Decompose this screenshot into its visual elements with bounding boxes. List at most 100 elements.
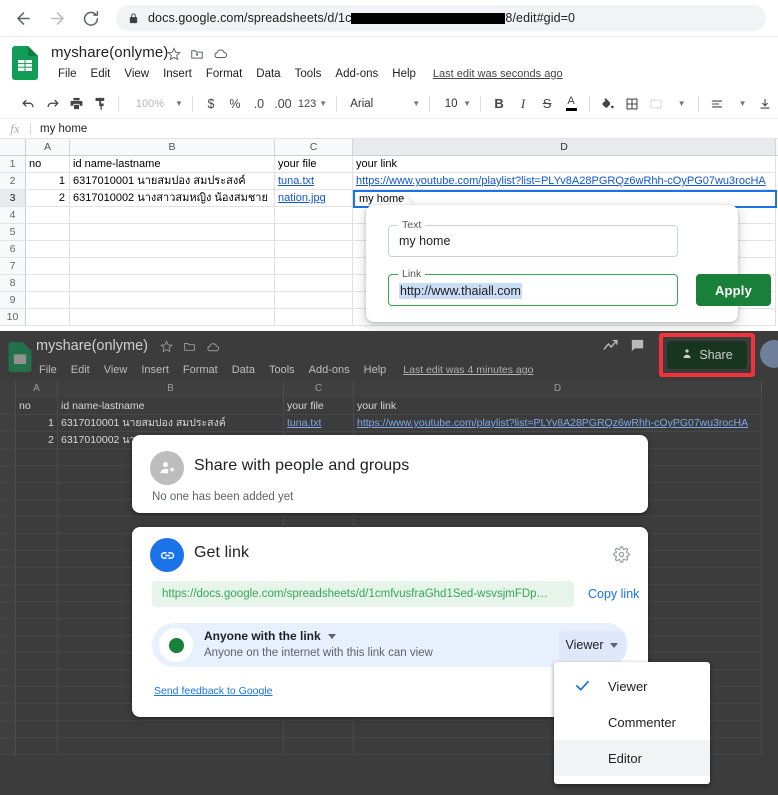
menu-format[interactable]: Format	[199, 66, 249, 82]
cell-a10[interactable]	[26, 309, 70, 326]
send-feedback-link[interactable]: Send feedback to Google	[154, 685, 273, 697]
row-header-2-12[interactable]	[0, 585, 16, 602]
merge-dropdown-caret[interactable]: ▼	[668, 92, 692, 116]
row-header-2-8[interactable]	[0, 517, 16, 534]
fill-color-icon[interactable]	[596, 92, 620, 116]
cell2-a13[interactable]	[16, 602, 58, 619]
row-header-2-1[interactable]	[0, 398, 16, 415]
cell2-b1[interactable]: id name-lastname	[58, 398, 284, 415]
cell2-a21[interactable]	[16, 738, 58, 755]
menu-edit[interactable]: Edit	[84, 66, 118, 82]
cell-c10[interactable]	[275, 309, 353, 326]
currency-format-button[interactable]: $	[199, 92, 223, 116]
bold-button[interactable]: B	[487, 92, 511, 116]
cell2-a14[interactable]	[16, 619, 58, 636]
share-url-chip[interactable]: https://docs.google.com/spreadsheets/d/1…	[152, 581, 574, 607]
role-menu-item-viewer[interactable]: Viewer	[554, 668, 710, 704]
merge-cells-icon[interactable]	[644, 92, 668, 116]
cell2-a12[interactable]	[16, 585, 58, 602]
zoom-selector[interactable]: 100%▼	[125, 93, 186, 115]
menu-help-2[interactable]: Help	[357, 362, 394, 378]
cell2-a18[interactable]	[16, 687, 58, 704]
row-header-2-5[interactable]	[0, 466, 16, 483]
cell2-c20[interactable]	[284, 721, 354, 738]
cell2-a17[interactable]	[16, 670, 58, 687]
decrease-decimal-button[interactable]: .0	[247, 92, 271, 116]
text-color-button[interactable]: A	[559, 92, 583, 116]
link-url-field[interactable]: Link http://www.thaiall.com	[388, 274, 678, 306]
row-header-1[interactable]: 1	[0, 156, 26, 173]
font-size-selector[interactable]: 10▼	[436, 93, 474, 115]
cell-b1[interactable]: id name-lastname	[70, 156, 275, 173]
cell-c6[interactable]	[275, 241, 353, 258]
undo-icon[interactable]	[16, 92, 40, 116]
cell2-d2[interactable]: https://www.youtube.com/playlist?list=PL…	[354, 415, 762, 432]
row-header-2-9[interactable]	[0, 534, 16, 551]
row-header-7[interactable]: 7	[0, 258, 26, 275]
cloud-saved-icon[interactable]	[213, 46, 228, 61]
cell-a7[interactable]	[26, 258, 70, 275]
row-header-2-13[interactable]	[0, 602, 16, 619]
cell2-a6[interactable]	[16, 483, 58, 500]
arrow-right-icon[interactable]	[40, 1, 74, 35]
row-header-2-7[interactable]	[0, 500, 16, 517]
menu-insert[interactable]: Insert	[156, 66, 199, 82]
cell-b2[interactable]: 6317010001 นายสมปอง สมประสงค์	[70, 173, 275, 190]
column-header-d[interactable]: D	[353, 139, 776, 155]
copy-link-button[interactable]: Copy link	[588, 587, 639, 601]
apply-button[interactable]: Apply	[696, 274, 771, 306]
cell-d2[interactable]: https://www.youtube.com/playlist?list=PL…	[353, 173, 776, 190]
cell-b4[interactable]	[70, 207, 275, 224]
cell2-a3[interactable]: 2	[16, 432, 58, 449]
cell-c2[interactable]: tuna.txt	[275, 173, 353, 190]
number-format-selector[interactable]: 123▼	[295, 93, 330, 115]
cell-a1[interactable]: no	[26, 156, 70, 173]
select-all-corner[interactable]	[0, 139, 26, 155]
menu-view[interactable]: View	[117, 66, 156, 82]
row-header-3[interactable]: 3	[0, 190, 26, 207]
link-access-title[interactable]: Anyone with the link	[204, 629, 336, 643]
row-header-6[interactable]: 6	[0, 241, 26, 258]
row-header-2-19[interactable]	[0, 704, 16, 721]
role-selector-button[interactable]: Viewer	[559, 631, 625, 659]
share-button[interactable]: Share	[667, 341, 747, 369]
cell-a3[interactable]: 2	[26, 190, 70, 207]
cell-b8[interactable]	[70, 275, 275, 292]
cell2-a19[interactable]	[16, 704, 58, 721]
cell-c4[interactable]	[275, 207, 353, 224]
row-header-2-2[interactable]	[0, 415, 16, 432]
cell2-a5[interactable]	[16, 466, 58, 483]
address-bar[interactable]: docs.google.com/spreadsheets/d/1c8/edit#…	[116, 5, 766, 31]
row-header-2-14[interactable]	[0, 619, 16, 636]
cell-b3[interactable]: 6317010002 นางสาวสมหญิง น้องสมชาย	[70, 190, 275, 207]
menu-help[interactable]: Help	[385, 66, 423, 82]
strikethrough-button[interactable]: S	[535, 92, 559, 116]
role-menu-item-editor[interactable]: Editor	[554, 740, 710, 776]
column-header-b[interactable]: B	[70, 139, 275, 155]
menu-view-2[interactable]: View	[97, 362, 135, 378]
cell-b6[interactable]	[70, 241, 275, 258]
cell-a6[interactable]	[26, 241, 70, 258]
last-edit-status-2[interactable]: Last edit was 4 minutes ago	[403, 364, 533, 376]
cell-c7[interactable]	[275, 258, 353, 275]
row-header-10[interactable]: 10	[0, 309, 26, 326]
formula-input[interactable]: my home	[31, 123, 87, 135]
cell2-b20[interactable]	[58, 721, 284, 738]
menu-addons-2[interactable]: Add-ons	[302, 362, 357, 378]
cell-a5[interactable]	[26, 224, 70, 241]
menu-file-2[interactable]: File	[32, 362, 64, 378]
cell2-a1[interactable]: no	[16, 398, 58, 415]
last-edit-status[interactable]: Last edit was seconds ago	[433, 68, 563, 80]
cell-d1[interactable]: your link	[353, 156, 776, 173]
star-icon[interactable]	[167, 47, 181, 61]
menu-file[interactable]: File	[51, 66, 84, 82]
cell2-c21[interactable]	[284, 738, 354, 755]
row-header-5[interactable]: 5	[0, 224, 26, 241]
row-header-2-17[interactable]	[0, 670, 16, 687]
redo-icon[interactable]	[40, 92, 64, 116]
row-header-2-11[interactable]	[0, 568, 16, 585]
row-header-8[interactable]: 8	[0, 275, 26, 292]
row-header-2-3[interactable]	[0, 432, 16, 449]
menu-tools[interactable]: Tools	[288, 66, 329, 82]
row-header-2-4[interactable]	[0, 449, 16, 466]
